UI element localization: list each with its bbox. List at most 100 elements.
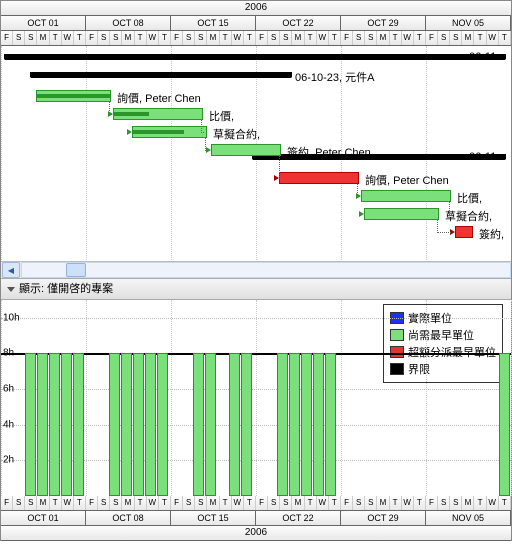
day-cell: F: [171, 496, 183, 510]
day-cell: W: [487, 31, 499, 45]
day-cell: T: [499, 31, 511, 45]
legend-swatch: [390, 363, 404, 375]
week-cell: OCT 15: [171, 511, 256, 525]
day-cell: S: [450, 496, 462, 510]
legend-item: 界限: [390, 361, 496, 377]
day-cell: T: [329, 496, 341, 510]
day-cell: F: [171, 31, 183, 45]
day-cell: W: [402, 496, 414, 510]
day-cell: T: [390, 31, 402, 45]
day-cell: W: [147, 496, 159, 510]
day-cell: M: [122, 31, 134, 45]
scroll-thumb[interactable]: [66, 263, 86, 277]
histogram-bar[interactable]: [301, 353, 312, 496]
day-cell: F: [426, 31, 438, 45]
day-cell: S: [183, 496, 195, 510]
horizontal-scrollbar[interactable]: ◀: [1, 261, 511, 278]
histogram-bar[interactable]: [133, 353, 144, 496]
legend-item: 尚需最早單位: [390, 327, 496, 343]
histogram-bar[interactable]: [241, 353, 252, 496]
day-cell: T: [305, 31, 317, 45]
task-bar[interactable]: [113, 108, 203, 120]
task-bar[interactable]: [211, 144, 281, 156]
day-cell: F: [1, 496, 13, 510]
legend-swatch: [390, 329, 404, 341]
task-bar[interactable]: [455, 226, 473, 238]
scroll-track[interactable]: [21, 262, 511, 278]
section-header[interactable]: 顯示: 僅開啓的專案: [1, 278, 511, 300]
day-cell: S: [280, 496, 292, 510]
histogram-bar[interactable]: [145, 353, 156, 496]
legend: 實際單位尚需最早單位超額分派最早單位界限: [383, 304, 503, 383]
day-cell: S: [438, 496, 450, 510]
histogram-bar[interactable]: [205, 353, 216, 496]
week-cell: NOV 05: [426, 511, 511, 525]
histogram-bar[interactable]: [193, 353, 204, 496]
histogram-bar[interactable]: [73, 353, 84, 496]
day-cell: S: [365, 496, 377, 510]
day-cell: T: [474, 496, 486, 510]
day-cell: T: [329, 31, 341, 45]
day-cell: F: [341, 31, 353, 45]
task-bar[interactable]: [132, 126, 207, 138]
histogram-bar[interactable]: [499, 353, 510, 496]
task-bar[interactable]: [364, 208, 439, 220]
dependency-arrow-icon: [359, 211, 364, 217]
histogram-bar[interactable]: [277, 353, 288, 496]
task-bar[interactable]: [361, 190, 451, 202]
week-cell: NOV 05: [426, 16, 511, 30]
histogram-bar[interactable]: [49, 353, 60, 496]
histogram-body[interactable]: 實際單位尚需最早單位超額分派最早單位界限 2h4h6h8h10h: [1, 300, 511, 496]
histogram-bar[interactable]: [25, 353, 36, 496]
bar-label: 比價,: [209, 108, 234, 124]
day-cell: F: [256, 31, 268, 45]
day-cell: F: [341, 496, 353, 510]
day-cell: F: [86, 31, 98, 45]
histogram-bar[interactable]: [229, 353, 240, 496]
day-cell: S: [13, 496, 25, 510]
histogram-bar[interactable]: [289, 353, 300, 496]
histogram-bar[interactable]: [121, 353, 132, 496]
histogram-bar[interactable]: [325, 353, 336, 496]
summary-bar[interactable]: [5, 54, 505, 60]
day-cell: F: [426, 496, 438, 510]
day-cell: S: [110, 31, 122, 45]
y-tick-label: 10h: [3, 312, 20, 323]
dependency-arrow-icon: [127, 129, 132, 135]
day-cell: S: [25, 31, 37, 45]
day-cell: M: [37, 31, 49, 45]
gantt-body[interactable]: 06-11-06-10-23, 元件A06-11-詢價, Peter Chen比…: [1, 46, 511, 261]
year-row: 2006: [1, 1, 511, 16]
day-cell: T: [499, 496, 511, 510]
scroll-left-button[interactable]: ◀: [2, 262, 20, 278]
histogram-bar[interactable]: [157, 353, 168, 496]
task-bar[interactable]: [279, 172, 359, 184]
histogram-bar[interactable]: [313, 353, 324, 496]
task-bar[interactable]: [36, 90, 111, 102]
day-cell: S: [98, 496, 110, 510]
day-cell: S: [450, 31, 462, 45]
day-cell: F: [86, 496, 98, 510]
histogram-pane: 實際單位尚需最早單位超額分派最早單位界限 2h4h6h8h10h FSSMTWT…: [1, 300, 511, 540]
histogram-bar[interactable]: [61, 353, 72, 496]
summary-bar[interactable]: [31, 72, 291, 78]
week-cell: OCT 15: [171, 16, 256, 30]
day-cell: S: [268, 31, 280, 45]
bar-label: 詢價, Peter Chen: [365, 172, 449, 188]
y-tick-label: 2h: [3, 455, 14, 466]
histogram-bar[interactable]: [109, 353, 120, 496]
day-row: FSSMTWTFSSMTWTFSSMTWTFSSMTWTFSSMTWTFSSMT…: [1, 496, 511, 511]
legend-swatch: [390, 346, 404, 358]
week-cell: OCT 29: [341, 511, 426, 525]
bar-label: 簽約,: [479, 226, 504, 242]
week-cell: OCT 29: [341, 16, 426, 30]
day-cell: W: [62, 31, 74, 45]
histogram-bar[interactable]: [37, 353, 48, 496]
day-cell: W: [317, 496, 329, 510]
day-cell: S: [25, 496, 37, 510]
day-cell: M: [207, 31, 219, 45]
gantt-pane: 2006 OCT 01OCT 08OCT 15OCT 22OCT 29NOV 0…: [1, 1, 511, 261]
day-row: FSSMTWTFSSMTWTFSSMTWTFSSMTWTFSSMTWTFSSMT…: [1, 31, 511, 46]
day-cell: S: [365, 31, 377, 45]
day-cell: W: [317, 31, 329, 45]
